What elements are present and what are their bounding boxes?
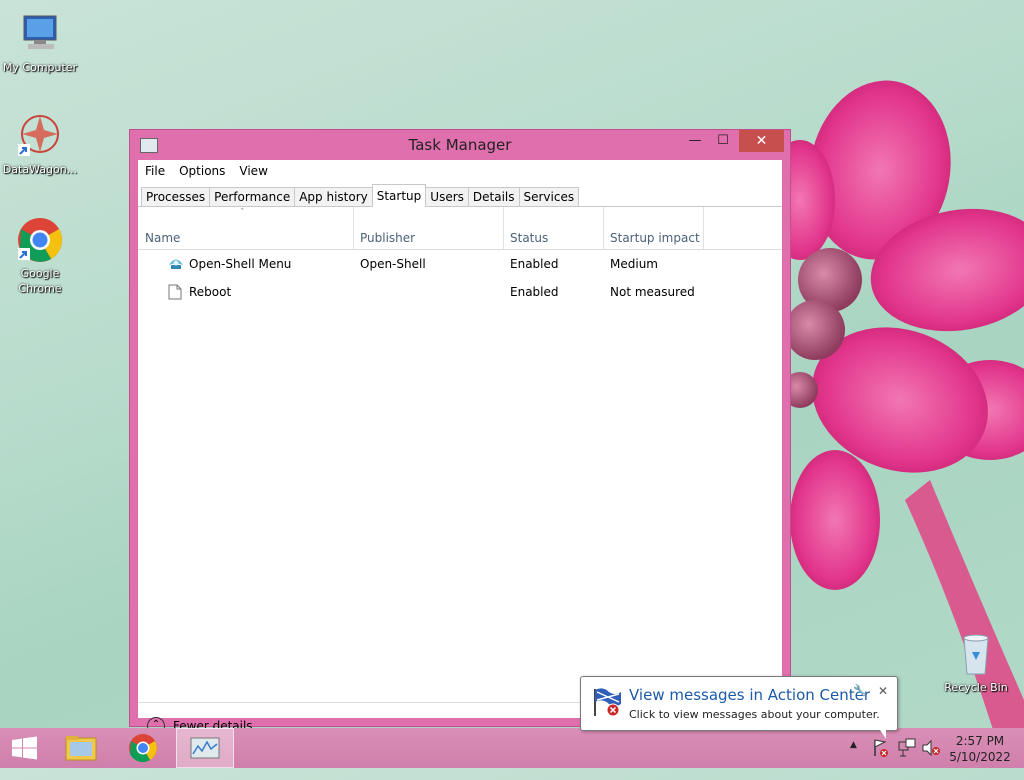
row-status: Enabled (510, 257, 559, 271)
menu-view[interactable]: View (232, 160, 274, 182)
tab-users[interactable]: Users (425, 187, 469, 207)
desktop-icon-my-computer[interactable]: My Computer (0, 10, 80, 75)
menu-options[interactable]: Options (172, 160, 232, 182)
notification-close-button[interactable]: ✕ (878, 684, 888, 698)
startup-table: ˆ Name Publisher Status Startup impact O… (138, 207, 782, 633)
column-header-name[interactable]: ˆ Name (138, 207, 353, 249)
desktop-icon-label: DataWagon... (2, 163, 78, 176)
volume-muted-icon[interactable] (920, 728, 942, 768)
clock-time: 2:57 PM (955, 734, 1005, 748)
maximize-button[interactable]: ☐ (710, 130, 736, 152)
settings-wrench-icon[interactable]: 🔧 (853, 684, 867, 697)
desktop-icon-datawagon[interactable]: DataWagon... (0, 112, 80, 177)
computer-icon (16, 10, 64, 58)
action-center-notification[interactable]: View messages in Action Center Click to … (580, 676, 898, 731)
desktop-icon-google-chrome[interactable]: Google Chrome (0, 216, 80, 296)
column-header-startup-impact[interactable]: Startup impact (603, 207, 703, 249)
tab-app-history[interactable]: App history (294, 187, 373, 207)
chrome-icon (129, 734, 157, 763)
taskbar-clock[interactable]: 2:57 PM 5/10/2022 (948, 733, 1012, 765)
row-name: Open-Shell Menu (189, 257, 292, 271)
chrome-icon (16, 216, 64, 264)
table-header: ˆ Name Publisher Status Startup impact (138, 207, 782, 250)
tab-details[interactable]: Details (467, 187, 520, 207)
file-icon (168, 284, 182, 300)
row-name: Reboot (189, 285, 232, 299)
column-header-publisher[interactable]: Publisher (353, 207, 503, 249)
tab-strip: Processes Performance App history Startu… (141, 184, 580, 207)
notification-pointer (878, 727, 886, 739)
notification-body: Click to view messages about your comput… (629, 708, 880, 721)
datawagon-icon (16, 112, 64, 160)
desktop-icon-recycle-bin[interactable]: Recycle Bin (936, 630, 1016, 695)
title-bar[interactable]: Task Manager — ☐ ✕ (130, 130, 790, 160)
tab-performance[interactable]: Performance (209, 187, 296, 207)
desktop-icon-label: Recycle Bin (944, 681, 1008, 694)
windows-logo-icon (12, 736, 37, 760)
menu-bar: File Options View (138, 160, 782, 182)
table-row[interactable]: Open-Shell Menu Open-Shell Enabled Mediu… (138, 250, 782, 278)
tab-processes[interactable]: Processes (141, 187, 211, 207)
clock-date: 5/10/2022 (949, 750, 1011, 764)
taskbar-task-manager[interactable] (176, 728, 234, 768)
desktop-icon-label: My Computer (2, 61, 78, 74)
taskbar: ▲ 2:57 PM 5/10/2022 (0, 728, 1024, 768)
desktop-icon-label: Google Chrome (18, 267, 62, 295)
close-button[interactable]: ✕ (739, 130, 784, 152)
row-impact: Medium (610, 257, 658, 271)
action-center-flag-icon (591, 686, 623, 718)
sort-ascending-icon: ˆ (240, 208, 245, 218)
minimize-button[interactable]: — (682, 130, 708, 152)
taskbar-file-explorer[interactable] (54, 728, 112, 768)
tray-overflow-arrow[interactable]: ▲ (850, 740, 864, 780)
tab-services[interactable]: Services (518, 187, 580, 207)
task-manager-icon (190, 737, 220, 759)
table-row[interactable]: Reboot Enabled Not measured (138, 278, 782, 306)
start-button[interactable] (0, 728, 58, 768)
tab-startup[interactable]: Startup (371, 184, 427, 207)
menu-file[interactable]: File (138, 160, 172, 182)
taskbar-chrome[interactable] (114, 728, 172, 768)
column-header-status[interactable]: Status (503, 207, 603, 249)
row-publisher: Open-Shell (360, 257, 426, 271)
network-icon[interactable] (896, 728, 918, 768)
notification-title[interactable]: View messages in Action Center (629, 686, 870, 704)
recycle-bin-icon (952, 630, 1000, 678)
row-status: Enabled (510, 285, 559, 299)
open-shell-icon (168, 256, 183, 272)
folder-icon (65, 736, 97, 761)
task-manager-window: Task Manager — ☐ ✕ File Options View Proce… (130, 130, 790, 735)
row-impact: Not measured (610, 285, 695, 299)
window-client-area: File Options View Processes Performance Ap… (138, 160, 782, 735)
